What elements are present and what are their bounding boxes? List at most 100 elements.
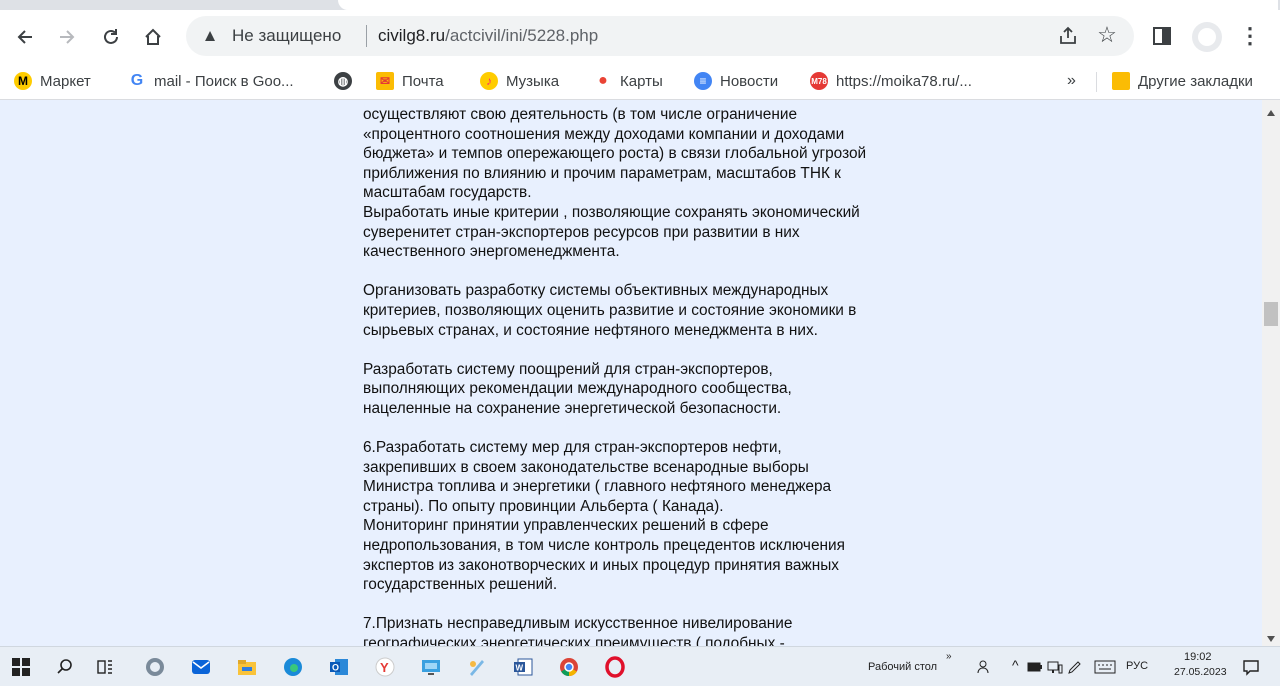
share-button[interactable] [1056, 24, 1080, 48]
taskbar-app-outlook[interactable]: O [326, 654, 352, 680]
opera-icon [605, 656, 625, 678]
bookmark-google-mail[interactable]: G mail - Поиск в Goo... [128, 70, 294, 92]
taskbar-app-edge[interactable] [280, 654, 306, 680]
chevron-expand-icon[interactable]: » [946, 651, 952, 662]
taskbar-app-opera[interactable] [602, 654, 628, 680]
svg-text:O: O [332, 663, 339, 673]
taskbar-app-chrome[interactable] [556, 654, 582, 680]
vertical-scrollbar[interactable] [1262, 100, 1280, 646]
notification-center-button[interactable] [1238, 654, 1264, 680]
browser-toolbar: ▲ Не защищено civilg8.ru/actcivil/ini/52… [0, 10, 1280, 62]
network-tray-icon[interactable] [1046, 654, 1064, 680]
bookmark-label: Новости [720, 72, 779, 90]
start-button[interactable] [8, 654, 34, 680]
pen-icon [1068, 661, 1081, 674]
kebab-menu-icon[interactable]: ⋮ [1238, 24, 1262, 48]
article-line: масштабам государств. [363, 184, 532, 202]
taskbar-app-word[interactable]: W [510, 654, 536, 680]
bookmark-mail[interactable]: ✉ Почта [376, 70, 444, 92]
warning-triangle-icon[interactable]: ▲ [200, 26, 220, 46]
bookmark-globe[interactable]: ◍ [334, 70, 360, 92]
reload-button[interactable] [96, 22, 126, 52]
bookmark-label: Карты [620, 72, 663, 90]
taskbar-app-mail[interactable] [188, 654, 214, 680]
article-line: государственных решений. [363, 576, 558, 594]
forward-button[interactable] [52, 22, 82, 52]
desktop-toolbar-label[interactable]: Рабочий стол [868, 661, 937, 673]
pen-tray-icon[interactable] [1066, 654, 1084, 680]
article-line: Выработать иные критерии , позволяющие с… [363, 203, 860, 221]
yandex-browser-icon: Y [375, 657, 395, 677]
address-bar[interactable]: ▲ Не защищено civilg8.ru/actcivil/ini/52… [186, 16, 1134, 56]
profile-avatar[interactable] [1192, 22, 1222, 52]
security-label[interactable]: Не защищено [232, 26, 341, 46]
article-line: Министра топлива и энергетики ( главного… [363, 478, 832, 496]
bookmark-music[interactable]: ♪ Музыка [480, 70, 559, 92]
taskbar-app-monitor[interactable] [418, 654, 444, 680]
article-line: выполняющих рекомендации международного … [363, 380, 792, 398]
arrow-left-icon [17, 30, 32, 44]
taskbar-app-cortana[interactable] [142, 654, 168, 680]
article-paragraph: 7.Признать несправедливым искусственное … [363, 614, 923, 646]
svg-text:W: W [516, 664, 524, 673]
music-icon: ♪ [480, 72, 498, 90]
scroll-up-arrow-icon[interactable] [1267, 110, 1275, 116]
url-domain: civilg8.ru [378, 26, 446, 45]
taskbar-app-yandex[interactable]: Y [372, 654, 398, 680]
home-button[interactable] [138, 22, 168, 52]
home-icon [145, 28, 161, 45]
taskbar-app-explorer[interactable] [234, 654, 260, 680]
maps-pin-icon: ● [594, 72, 612, 90]
keyboard-tray-icon[interactable] [1092, 654, 1118, 680]
article-paragraph: 6.Разработать систему мер для стран-эксп… [363, 438, 923, 595]
people-icon [977, 660, 989, 674]
people-button[interactable] [972, 654, 998, 680]
clock-date[interactable]: 27.05.2023 [1174, 666, 1227, 678]
back-button[interactable] [10, 22, 40, 52]
bookmarks-separator [1096, 72, 1097, 92]
scroll-down-arrow-icon[interactable] [1267, 636, 1275, 642]
chevron-up-icon[interactable]: ^ [1012, 657, 1019, 673]
bookmarks-overflow-button[interactable]: » [1067, 70, 1076, 92]
circle-app-icon [146, 658, 164, 676]
bookmark-star-icon[interactable]: ☆ [1094, 22, 1120, 48]
battery-tray-icon[interactable] [1026, 654, 1044, 680]
article-line: экспертов из законотворческих и иных про… [363, 556, 839, 574]
search-button[interactable] [52, 654, 78, 680]
bookmark-label: mail - Поиск в Goo... [154, 72, 294, 90]
reload-icon [104, 29, 118, 44]
folder-icon [1112, 72, 1130, 90]
battery-icon [1027, 662, 1042, 672]
paint-app-icon [470, 660, 484, 676]
tab-strip [0, 0, 1280, 10]
bookmark-label: https://moika78.ru/... [836, 72, 972, 90]
article-line: бюджета» и темпов опережающего роста) в … [363, 145, 867, 163]
article-paragraph: осуществляют свою деятельность (в том чи… [363, 105, 923, 262]
task-view-icon [97, 660, 112, 674]
task-view-button[interactable] [92, 654, 118, 680]
edge-icon [284, 658, 302, 676]
side-panel-button[interactable] [1150, 24, 1174, 48]
bookmark-label: Музыка [506, 72, 560, 90]
article-line: осуществляют свою деятельность (в том чи… [363, 106, 798, 123]
bookmark-label: Маркет [40, 72, 91, 90]
bookmark-market[interactable]: M Маркет [14, 70, 91, 92]
google-icon: G [128, 72, 146, 90]
url-text[interactable]: civilg8.ru/actcivil/ini/5228.php [378, 26, 598, 46]
article-paragraph: Разработать систему поощрений для стран-… [363, 360, 923, 419]
folder-app-icon [238, 660, 256, 675]
person-icon [1198, 28, 1216, 46]
clock-time[interactable]: 19:02 [1184, 651, 1212, 663]
input-language-indicator[interactable]: РУС [1126, 660, 1148, 672]
active-tab-edge [338, 0, 1278, 10]
bookmark-moika78[interactable]: M78 https://moika78.ru/... [810, 70, 972, 92]
scrollbar-thumb[interactable] [1264, 302, 1278, 326]
bookmark-news[interactable]: ≡ Новости [694, 70, 778, 92]
globe-icon: ◍ [334, 72, 352, 90]
taskbar-app-paint[interactable] [464, 654, 490, 680]
bookmark-maps[interactable]: ● Карты [594, 70, 663, 92]
other-bookmarks-folder[interactable]: Другие закладки [1112, 70, 1253, 92]
page-content: осуществляют свою деятельность (в том чи… [0, 100, 1262, 646]
article-line: закрепивших в своем законодательстве все… [363, 458, 809, 476]
article-text: осуществляют свою деятельность (в том чи… [363, 105, 923, 646]
